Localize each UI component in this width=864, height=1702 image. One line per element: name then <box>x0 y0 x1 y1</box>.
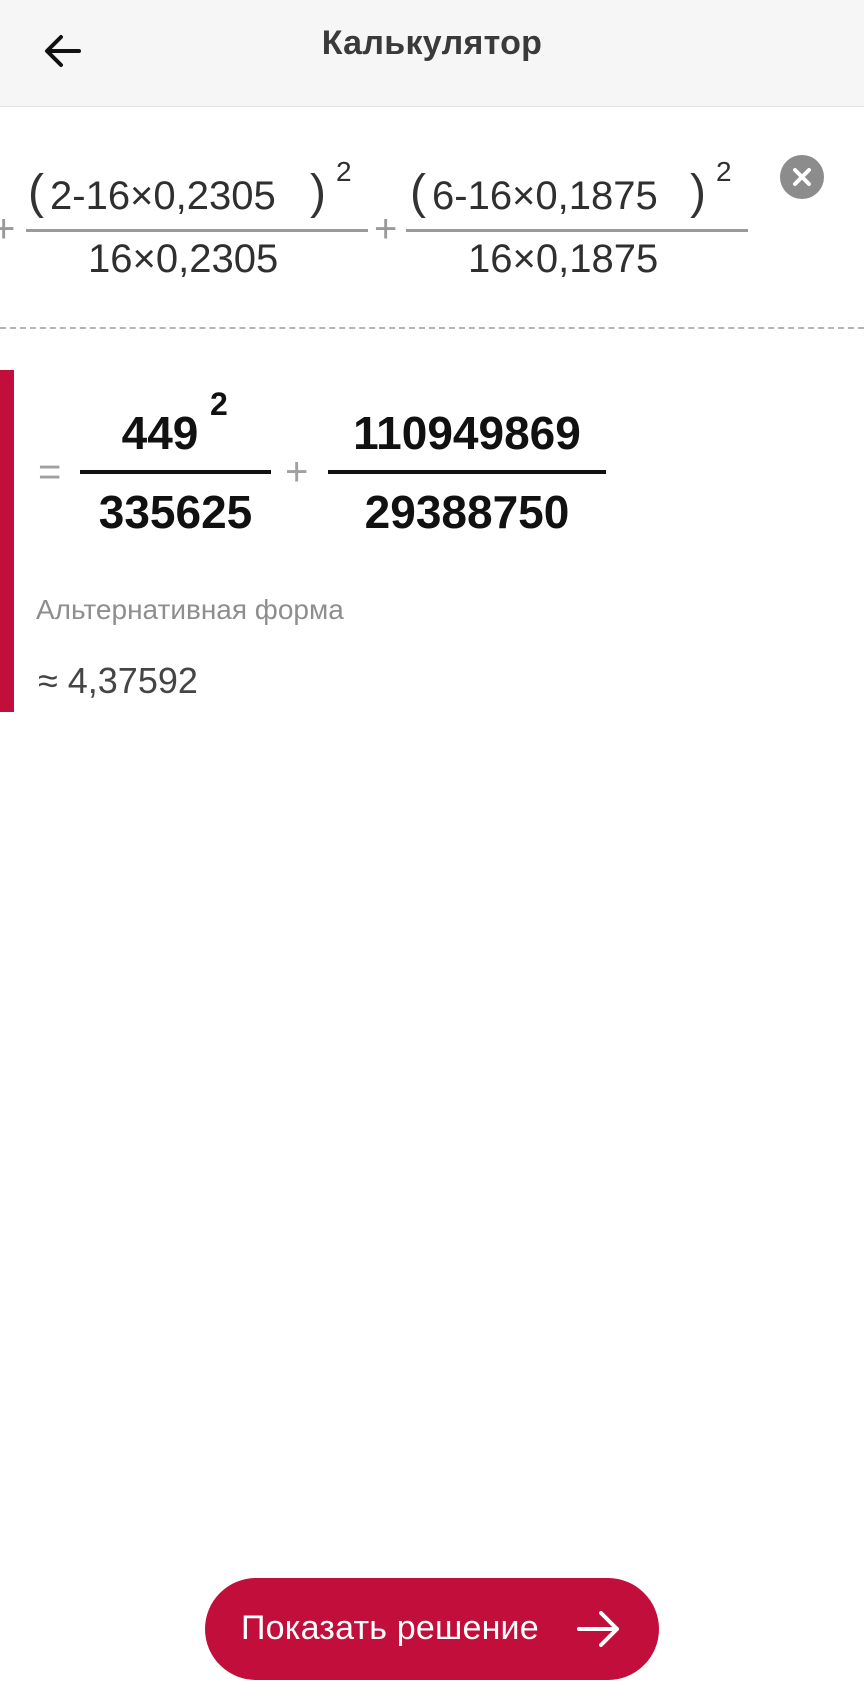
close-circle-icon <box>793 168 811 186</box>
term1-denominator: 16×0,2305 <box>88 237 279 281</box>
result-frac2-bar <box>328 470 606 474</box>
term2-close-paren: ) <box>690 166 706 219</box>
page-title: Калькулятор <box>321 24 543 62</box>
expression-display[interactable]: + ( 2-16×0,2305 ) 2 16×0,2305 + ( 6-16×0… <box>0 106 864 328</box>
result-frac1-denominator: 335625 <box>98 486 253 538</box>
result-frac1-exponent: 2 <box>210 386 228 422</box>
result-frac2-numerator: 110949869 <box>353 407 581 459</box>
term1-numerator: 2-16×0,2305 <box>50 174 276 218</box>
expression-divider <box>0 327 864 329</box>
expression: + ( 2-16×0,2305 ) 2 16×0,2305 + ( 6-16×0… <box>0 106 864 328</box>
result-frac2-denominator: 29388750 <box>364 486 570 538</box>
term1-open-paren: ( <box>28 166 44 219</box>
term2-fraction-bar <box>406 229 748 232</box>
app-bar: Калькулятор <box>0 0 864 107</box>
term1-close-paren: ) <box>310 166 326 219</box>
show-solution-label: Показать решение <box>241 1609 539 1647</box>
result-accent-bar <box>0 370 14 712</box>
term1-fraction-bar <box>26 229 368 232</box>
show-solution-button[interactable]: Показать решение <box>205 1578 659 1680</box>
clear-button[interactable] <box>780 155 824 199</box>
result-frac1-bar <box>80 470 271 474</box>
equals-sign: = <box>38 450 62 494</box>
alternative-form-label: Альтернативная форма <box>36 594 344 625</box>
result-frac1-numerator: 449 <box>121 407 199 459</box>
between-plus-operator: + <box>374 207 398 251</box>
arrow-right-icon <box>577 1611 619 1647</box>
leading-plus-operator: + <box>0 207 16 251</box>
term2-denominator: 16×0,1875 <box>468 237 659 281</box>
result-plus-operator: + <box>285 450 309 494</box>
term2-numerator: 6-16×0,1875 <box>432 174 658 218</box>
approximate-value: ≈ 4,37592 <box>38 660 198 701</box>
term2-open-paren: ( <box>410 166 426 219</box>
term2-exponent: 2 <box>716 156 732 187</box>
term1-exponent: 2 <box>336 156 352 187</box>
